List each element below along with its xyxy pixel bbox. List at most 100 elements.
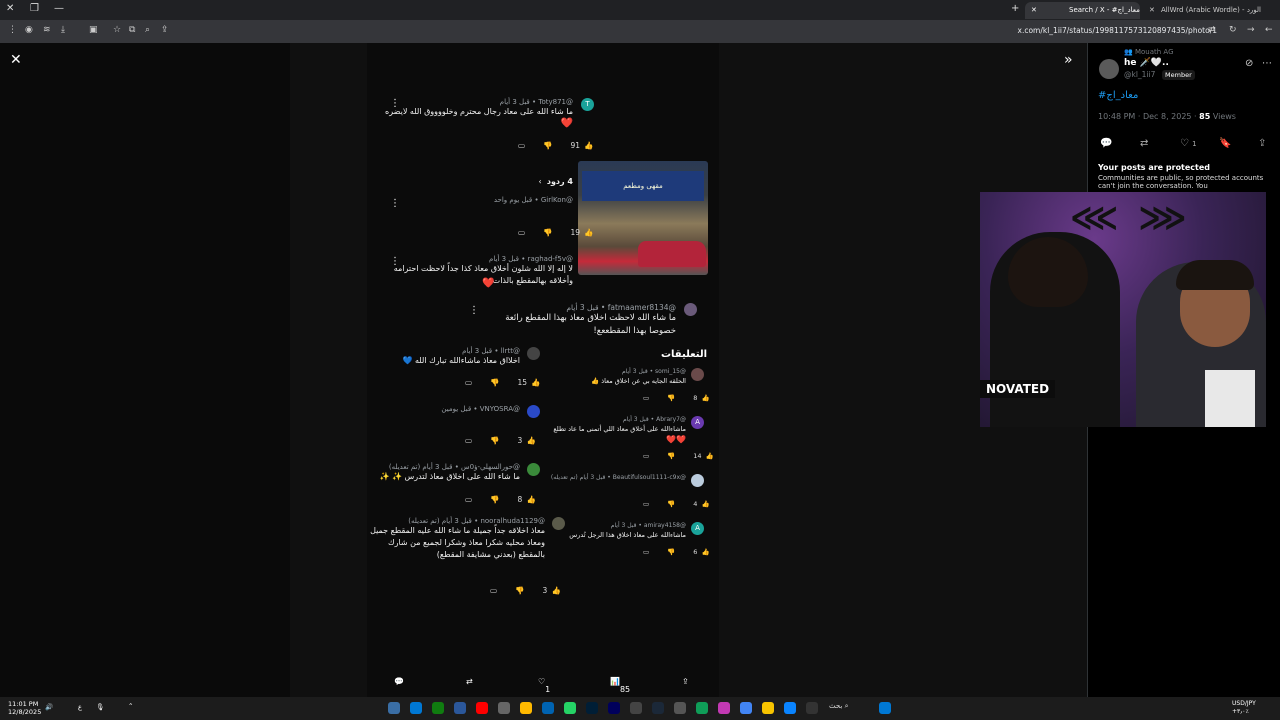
chevron-up-icon[interactable]: ⌃ [128,702,133,710]
more-options-icon[interactable]: ⋮ [390,198,400,209]
app-icon[interactable] [784,702,796,714]
close-window-icon[interactable]: ✕ [6,3,14,14]
star-icon[interactable]: ☆ [113,25,121,35]
dislike-icon[interactable]: 👎 [667,500,675,508]
like-icon[interactable]: 👍 [552,586,561,595]
dislike-icon[interactable]: 👎 [490,495,499,504]
dislike-icon[interactable]: 👎 [667,452,675,460]
taskbar-search[interactable]: بحث ⌕ [829,702,849,711]
app-icon[interactable] [542,702,554,714]
file-explorer-icon[interactable] [762,702,774,714]
tab-search-x[interactable]: ✕ Search / X - #معاد_اج [1025,2,1140,19]
like-icon[interactable]: 👍 [706,452,714,460]
reply-icon[interactable]: 💬 [1100,138,1112,149]
reply-icon[interactable]: ▭ [643,548,649,556]
extension-icon[interactable]: ≋ [43,25,51,35]
premiere-icon[interactable] [608,702,620,714]
app-icon[interactable] [806,702,818,714]
reload-icon[interactable]: ↻ [1229,25,1237,35]
site-settings-icon[interactable]: ⇄ [1208,25,1216,35]
menu-icon[interactable]: ⋮ [8,25,17,35]
expand-panel-icon[interactable]: » [1064,52,1073,68]
restore-window-icon[interactable]: ❐ [30,3,39,14]
reply-icon[interactable]: ▭ [465,495,472,504]
avatar[interactable] [1099,59,1119,79]
sidebar-icon[interactable]: ▣ [89,25,98,35]
tab-close-icon[interactable]: ✕ [1149,6,1155,14]
new-tab-icon[interactable]: + [1011,3,1019,14]
forward-icon[interactable]: → [1247,25,1255,35]
photoshop-icon[interactable] [586,702,598,714]
app-icon[interactable] [674,702,686,714]
dislike-icon[interactable]: 👎 [515,586,524,595]
like-icon[interactable]: 👍 [701,548,709,556]
steam-icon[interactable] [652,702,664,714]
dislike-icon[interactable]: 👎 [490,378,499,387]
download-icon[interactable]: ⤓ [61,25,65,35]
reply-icon[interactable]: 💬 [394,677,404,686]
tab-allwrd[interactable]: ✕ AllWrd (Arabic Wordle) - الورد [1143,2,1273,19]
app-icon[interactable] [718,702,730,714]
dislike-icon[interactable]: 👎 [543,228,552,237]
app-icon[interactable] [388,702,400,714]
hashtag-link[interactable]: #معاد_اج [1098,90,1138,101]
profile-icon[interactable]: ◉ [25,25,33,35]
reply-icon[interactable]: ▭ [643,394,649,402]
app-icon[interactable] [498,702,510,714]
like-button[interactable]: ♡ 1 [1180,138,1197,149]
translate-icon[interactable]: ⧉ [129,25,135,35]
windows-start-icon[interactable] [879,702,891,714]
dislike-icon[interactable]: 👎 [667,394,675,402]
search-icon[interactable]: ⌕ [145,25,150,35]
dislike-icon[interactable]: 👎 [667,548,675,556]
retweet-icon[interactable]: ⇄ [1140,138,1148,149]
more-icon[interactable]: ⋯ [1262,58,1272,69]
grok-icon[interactable]: ⊘ [1245,58,1253,69]
like-icon[interactable]: 👍 [531,378,540,387]
whatsapp-icon[interactable] [564,702,576,714]
back-icon[interactable]: ← [1265,25,1273,35]
close-photo-icon[interactable]: ✕ [10,52,22,68]
clock[interactable]: 11:01 PM 12/8/2025 [8,700,41,716]
community-label[interactable]: 👥 Mouath AG [1124,48,1174,56]
share-icon[interactable]: ⇪ [1258,138,1266,149]
app-icon[interactable] [630,702,642,714]
xbox-icon[interactable] [432,702,444,714]
app-icon[interactable] [454,702,466,714]
bookmark-icon[interactable]: 🔖 [1219,138,1231,149]
app-icon[interactable] [696,702,708,714]
author-handle[interactable]: @kl_1ii7 [1124,70,1155,79]
youtube-icon[interactable] [476,702,488,714]
tab-close-icon[interactable]: ✕ [1031,6,1037,14]
url-field[interactable]: x.com/kl_1ii7/status/1998117573120897435… [1018,26,1217,35]
reply-icon[interactable]: ▭ [518,228,525,237]
author-name[interactable]: he 🗡️🤍.. [1124,58,1169,68]
dislike-icon[interactable]: 👎 [490,436,499,445]
reply-icon[interactable]: ▭ [465,436,472,445]
reply-icon[interactable]: ▭ [465,378,472,387]
chrome-icon[interactable] [740,702,752,714]
keyboard-icon[interactable]: ع [78,703,82,711]
retweet-icon[interactable]: ⇄ [466,677,473,686]
minimize-window-icon[interactable]: — [54,3,64,14]
replies-toggle[interactable]: 4 ردود › [539,169,573,188]
views-button[interactable]: 📊 85 [610,677,630,694]
app-icon[interactable] [410,702,422,714]
reply-icon[interactable]: ▭ [643,500,649,508]
like-icon[interactable]: 👍 [527,495,536,504]
app-icon[interactable] [520,702,532,714]
like-button[interactable]: ♡ 1 [538,677,550,694]
like-icon[interactable]: 👍 [701,394,709,402]
reply-icon[interactable]: ▭ [490,586,497,595]
more-options-icon[interactable]: ⋮ [469,305,479,316]
like-icon[interactable]: 👍 [701,500,709,508]
like-icon[interactable]: 👍 [527,436,536,445]
share-icon[interactable]: ⇪ [682,677,689,686]
like-icon[interactable]: 👍 [584,141,593,150]
reply-icon[interactable]: ▭ [643,452,649,460]
share-icon[interactable]: ⇪ [161,25,169,35]
dislike-icon[interactable]: 👎 [543,141,552,150]
mic-icon[interactable]: 🎙 [96,703,104,711]
currency-widget[interactable]: USD/JPY +٣٫٠٪ [1232,700,1256,716]
like-icon[interactable]: 👍 [584,228,593,237]
